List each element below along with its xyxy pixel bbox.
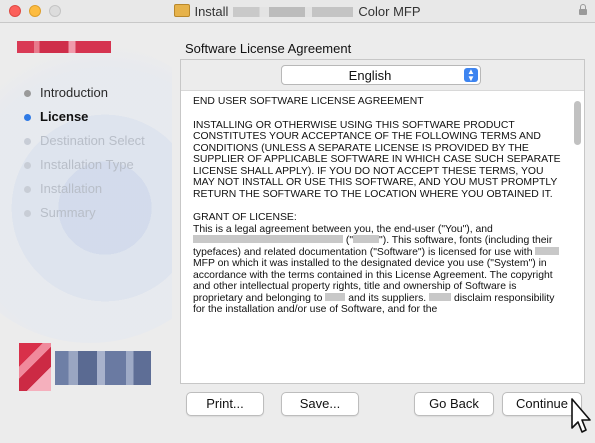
redacted-text — [429, 292, 452, 301]
brand-logo-bottom — [19, 343, 151, 393]
step-dot-icon — [24, 162, 31, 169]
title-bar[interactable]: Install Color MFP — [0, 0, 595, 23]
redacted-text — [325, 292, 346, 301]
installer-sidebar: Introduction License Destination Select … — [0, 23, 172, 443]
title-suffix: Color MFP — [358, 4, 421, 19]
step-license: License — [24, 105, 145, 129]
installer-window: Install Color MFP Introduction License De… — [0, 0, 595, 443]
package-icon — [174, 4, 191, 17]
step-dot-icon — [24, 210, 31, 217]
vertical-scrollbar[interactable] — [574, 98, 581, 378]
license-panel: English ▲ ▼ END USER SOFTWARE LICENSE AGR… — [180, 59, 585, 384]
go-back-button[interactable]: Go Back — [414, 392, 494, 416]
step-introduction: Introduction — [24, 81, 145, 105]
title-prefix: Install — [194, 4, 229, 19]
step-dot-icon — [24, 138, 31, 145]
redacted-text — [193, 235, 343, 243]
step-installation: Installation — [24, 177, 145, 201]
redacted-text — [535, 246, 560, 255]
license-paragraph: INSTALLING OR OTHERWISE USING THIS SOFTW… — [193, 119, 561, 200]
language-select-value: English — [348, 68, 392, 83]
brand-mark — [19, 343, 51, 391]
redacted-brand-name — [233, 7, 354, 17]
window-title: Install Color MFP — [0, 4, 595, 19]
grant-paragraph: This is a legal agreement between you, t… — [193, 224, 563, 316]
mouse-pointer-icon — [571, 398, 591, 433]
save-button[interactable]: Save... — [281, 392, 359, 416]
license-heading: END USER SOFTWARE LICENSE AGREEMENT — [193, 96, 424, 107]
step-dot-icon — [24, 186, 31, 193]
installer-steps: Introduction License Destination Select … — [24, 81, 145, 225]
step-destination-select: Destination Select — [24, 129, 145, 153]
license-text[interactable]: END USER SOFTWARE LICENSE AGREEMENT INST… — [193, 96, 563, 383]
brand-logo — [17, 41, 111, 53]
page-title: Software License Agreement — [185, 41, 352, 56]
language-bar: English ▲ ▼ — [181, 60, 584, 91]
step-summary: Summary — [24, 201, 145, 225]
step-dot-icon — [24, 114, 31, 121]
redacted-text — [353, 235, 380, 243]
grant-heading: GRANT OF LICENSE: — [193, 212, 297, 223]
brand-wordmark — [55, 351, 151, 385]
scrollbar-thumb[interactable] — [574, 101, 581, 145]
language-select[interactable]: English ▲ ▼ — [281, 65, 481, 85]
step-installation-type: Installation Type — [24, 153, 145, 177]
print-button[interactable]: Print... — [186, 392, 264, 416]
step-dot-icon — [24, 90, 31, 97]
chevron-updown-icon: ▲ ▼ — [464, 68, 478, 83]
lock-icon — [579, 4, 587, 16]
